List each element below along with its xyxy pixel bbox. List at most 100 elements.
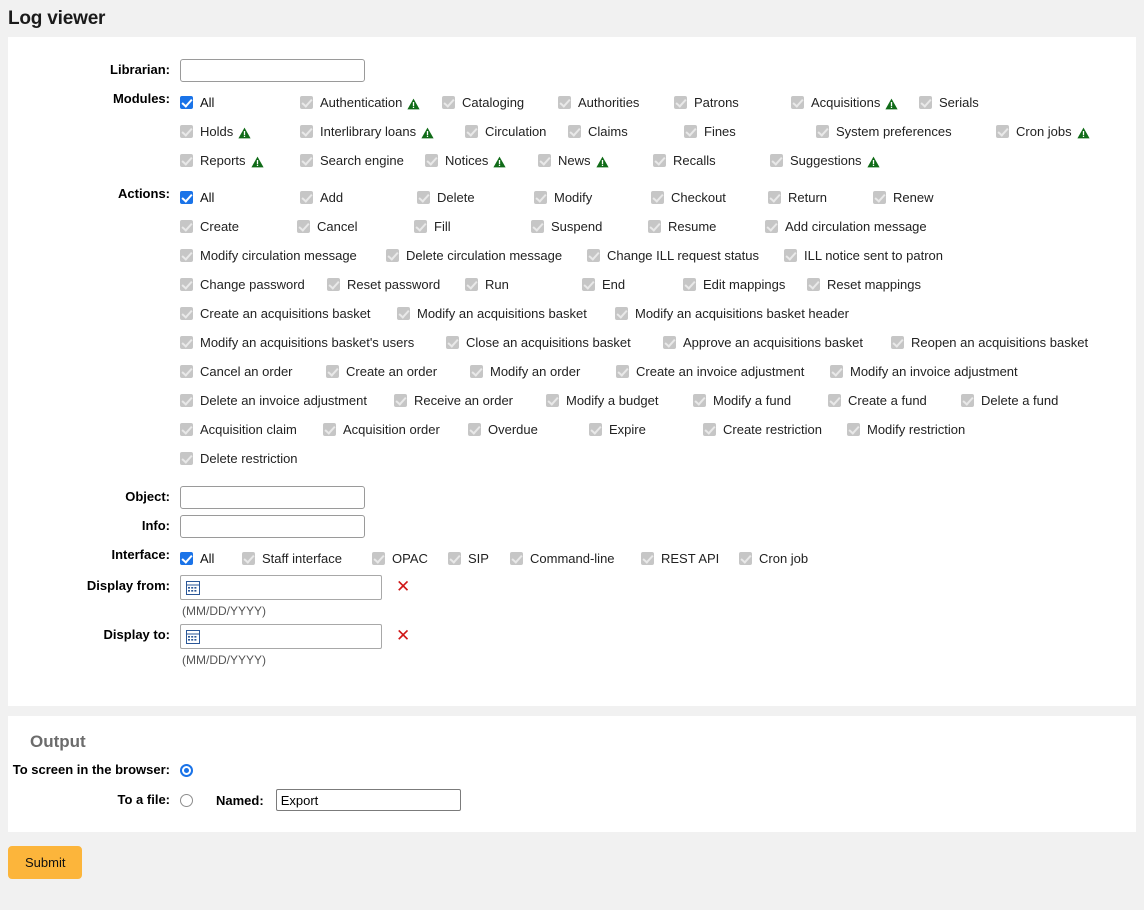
to-file-label: To a file: <box>8 792 180 808</box>
module-item-label: Cron jobs <box>1016 124 1072 140</box>
display-to-input[interactable] <box>200 626 384 647</box>
action-item-label: Edit mappings <box>703 277 785 293</box>
action-row: Create an acquisitions basketModify an a… <box>180 299 1136 328</box>
checkbox-icon <box>448 552 461 565</box>
action-item-label: Delete an invoice adjustment <box>200 393 367 409</box>
action-item-delete-a-fund: Delete a fund <box>961 393 1058 409</box>
action-item-label: Change password <box>200 277 305 293</box>
checkbox-icon[interactable] <box>180 552 193 565</box>
module-item-label: Authorities <box>578 95 639 111</box>
checkbox-icon[interactable] <box>180 96 193 109</box>
librarian-input[interactable] <box>180 59 365 82</box>
action-item-label: Modify an acquisitions basket <box>417 306 587 322</box>
module-item-reports: Reports <box>180 153 300 169</box>
named-input[interactable] <box>276 789 461 811</box>
module-item-label: Claims <box>588 124 628 140</box>
display-to-label: Display to: <box>8 624 180 643</box>
action-item-label: Create restriction <box>723 422 822 438</box>
action-row: Modify an acquisitions basket's usersClo… <box>180 328 1136 357</box>
module-item-news: News <box>538 153 653 169</box>
display-from-input[interactable] <box>200 577 384 598</box>
form-row-display-from: Display from: <box>8 575 1136 618</box>
submit-button[interactable]: Submit <box>8 846 82 879</box>
action-item-label: Return <box>788 190 827 206</box>
display-from-date-field[interactable] <box>180 575 382 600</box>
action-item-change-ill-request-status: Change ILL request status <box>587 248 784 264</box>
checkbox-icon <box>372 552 385 565</box>
action-item-create-restriction: Create restriction <box>703 422 847 438</box>
form-row-librarian: Librarian: <box>8 59 1136 82</box>
action-item-all[interactable]: All <box>180 190 300 206</box>
object-input[interactable] <box>180 486 365 509</box>
submit-bar: Submit <box>0 832 1144 879</box>
module-item-label: Notices <box>445 153 488 169</box>
module-item-label: Holds <box>200 124 233 140</box>
action-item-label: Modify <box>554 190 592 206</box>
module-item-fines: Fines <box>684 124 816 140</box>
checkbox-icon <box>648 220 661 233</box>
module-item-label: Suggestions <box>790 153 862 169</box>
warning-triangle-icon <box>867 156 880 168</box>
action-item-fill: Fill <box>414 219 531 235</box>
checkbox-icon <box>784 249 797 262</box>
checkbox-icon <box>397 307 410 320</box>
module-item-label: System preferences <box>836 124 952 140</box>
log-viewer-filters-card: Librarian: Modules: AllAuthenticationCat… <box>8 37 1136 706</box>
interface-item-all[interactable]: All <box>180 551 242 567</box>
page-title: Log viewer <box>8 8 105 30</box>
action-item-modify: Modify <box>534 190 651 206</box>
action-item-close-an-acquisitions-basket: Close an acquisitions basket <box>446 335 663 351</box>
action-item-delete: Delete <box>417 190 534 206</box>
action-item-delete-an-invoice-adjustment: Delete an invoice adjustment <box>180 393 394 409</box>
action-item-renew: Renew <box>873 190 933 206</box>
module-item-label: Recalls <box>673 153 716 169</box>
clear-display-to-icon[interactable]: ✕ <box>396 628 410 645</box>
checkbox-icon <box>663 336 676 349</box>
action-item-modify-a-budget: Modify a budget <box>546 393 693 409</box>
clear-display-from-icon[interactable]: ✕ <box>396 579 410 596</box>
action-item-add-circulation-message: Add circulation message <box>765 219 927 235</box>
action-item-modify-circulation-message: Modify circulation message <box>180 248 386 264</box>
radio-to-screen[interactable] <box>180 764 193 777</box>
action-item-label: Modify circulation message <box>200 248 357 264</box>
interface-item-label: SIP <box>468 551 489 567</box>
checkbox-icon <box>616 365 629 378</box>
action-item-modify-an-invoice-adjustment: Modify an invoice adjustment <box>830 364 1018 380</box>
librarian-label: Librarian: <box>8 59 180 78</box>
action-item-label: Delete <box>437 190 475 206</box>
checkbox-icon <box>765 220 778 233</box>
module-item-all[interactable]: All <box>180 95 300 111</box>
checkbox-icon <box>465 125 478 138</box>
warning-triangle-icon <box>596 156 609 168</box>
display-to-date-field[interactable] <box>180 624 382 649</box>
checkbox-icon <box>996 125 1009 138</box>
checkbox-icon <box>300 154 313 167</box>
checkbox-icon <box>615 307 628 320</box>
checkbox-icon <box>300 191 313 204</box>
checkbox-icon <box>323 423 336 436</box>
checkbox-icon <box>589 423 602 436</box>
form-row-actions: Actions: AllAddDeleteModifyCheckoutRetur… <box>8 183 1136 473</box>
calendar-icon <box>186 630 200 644</box>
warning-triangle-icon <box>493 156 506 168</box>
module-item-label: Cataloging <box>462 95 524 111</box>
checkbox-icon <box>446 336 459 349</box>
module-item-label: Acquisitions <box>811 95 880 111</box>
radio-to-file[interactable] <box>180 794 193 807</box>
module-item-holds: Holds <box>180 124 300 140</box>
info-input[interactable] <box>180 515 365 538</box>
checkbox-icon <box>791 96 804 109</box>
checkbox-icon <box>326 365 339 378</box>
action-item-create-an-invoice-adjustment: Create an invoice adjustment <box>616 364 830 380</box>
action-item-label: Reset mappings <box>827 277 921 293</box>
action-item-modify-restriction: Modify restriction <box>847 422 965 438</box>
action-item-modify-an-acquisitions-basket: Modify an acquisitions basket <box>397 306 615 322</box>
module-item-label: Search engine <box>320 153 404 169</box>
checkbox-icon <box>558 96 571 109</box>
action-item-label: All <box>200 190 214 206</box>
module-item-cron-jobs: Cron jobs <box>996 124 1090 140</box>
named-label: Named: <box>216 793 264 808</box>
checkbox-icon[interactable] <box>180 191 193 204</box>
module-item-authorities: Authorities <box>558 95 674 111</box>
info-label: Info: <box>8 515 180 534</box>
